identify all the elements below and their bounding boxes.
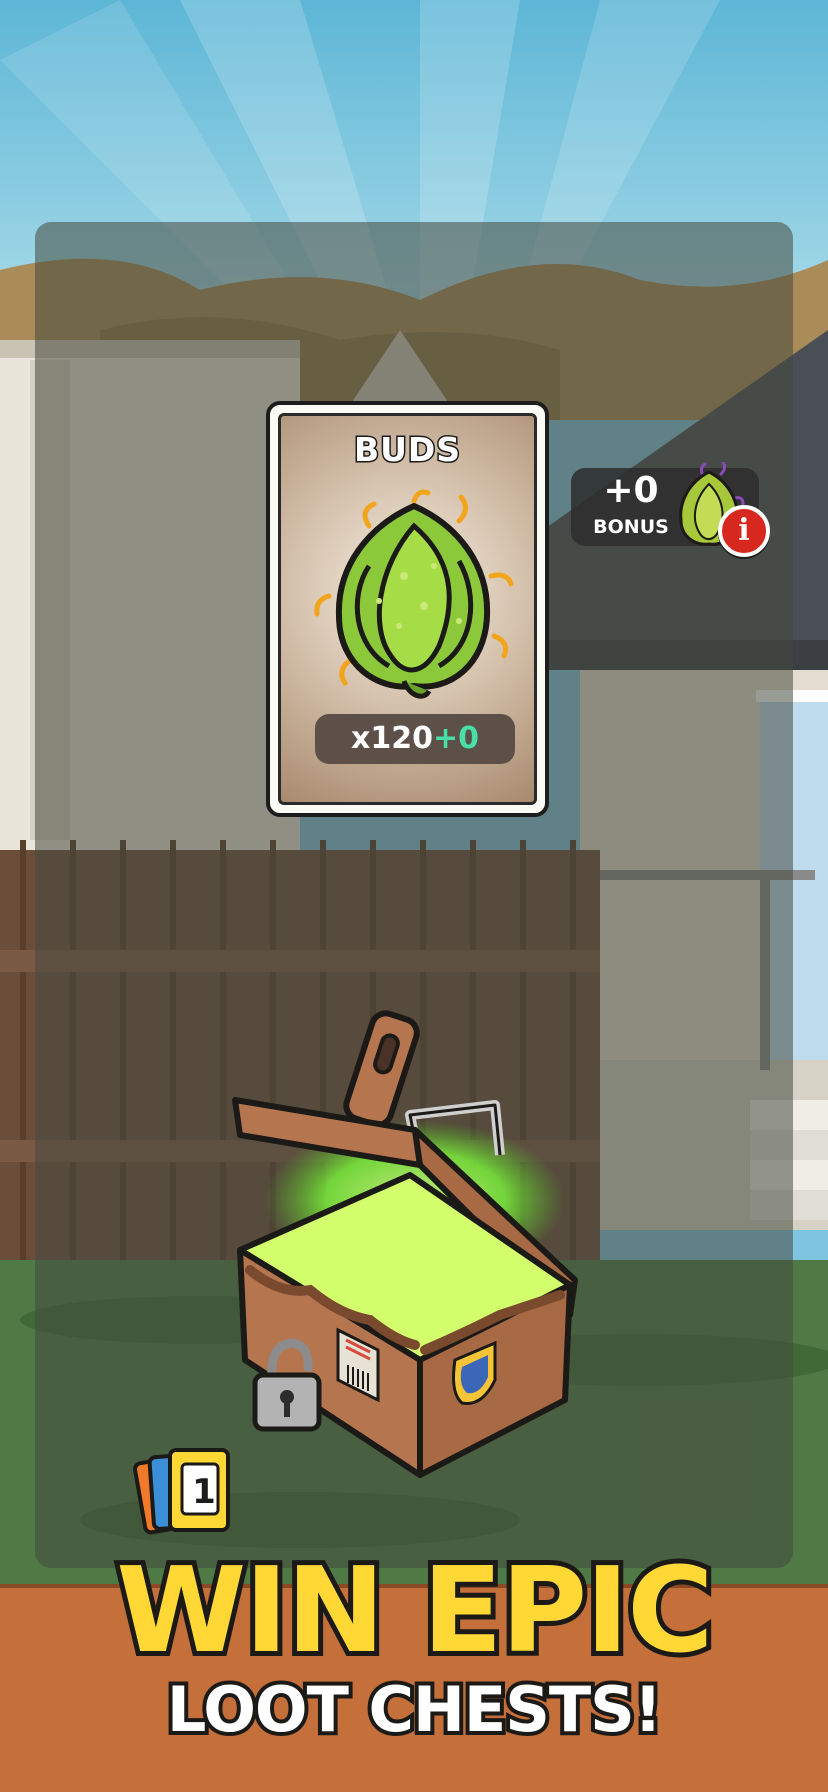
reward-card[interactable]: BUDS x120+0 [266,401,549,817]
promo-headline: WIN EPIC [111,1540,719,1680]
cards-stack-icon [133,1448,230,1535]
info-icon[interactable]: i [718,505,770,557]
open-chest-icon[interactable] [210,1005,610,1485]
game-screen: BUDS x120+0 +0 BONUS i 1 WIN EPIC LOOT C… [0,0,828,1792]
reward-card-title: BUDS [352,429,462,471]
bud-icon [314,489,514,699]
bonus-label: BONUS [593,516,669,538]
reward-card-art: BUDS x120+0 [278,413,537,805]
card-count-number: 1 [192,1472,216,1512]
reward-quantity: x120+0 [315,714,515,764]
reward-quantity-base: x120 [351,721,433,756]
card-counter[interactable]: 1 [132,1446,238,1538]
bonus-value: +0 [603,470,659,511]
promo-subheadline: LOOT CHESTS! [163,1669,666,1750]
reward-quantity-bonus: +0 [432,721,479,756]
